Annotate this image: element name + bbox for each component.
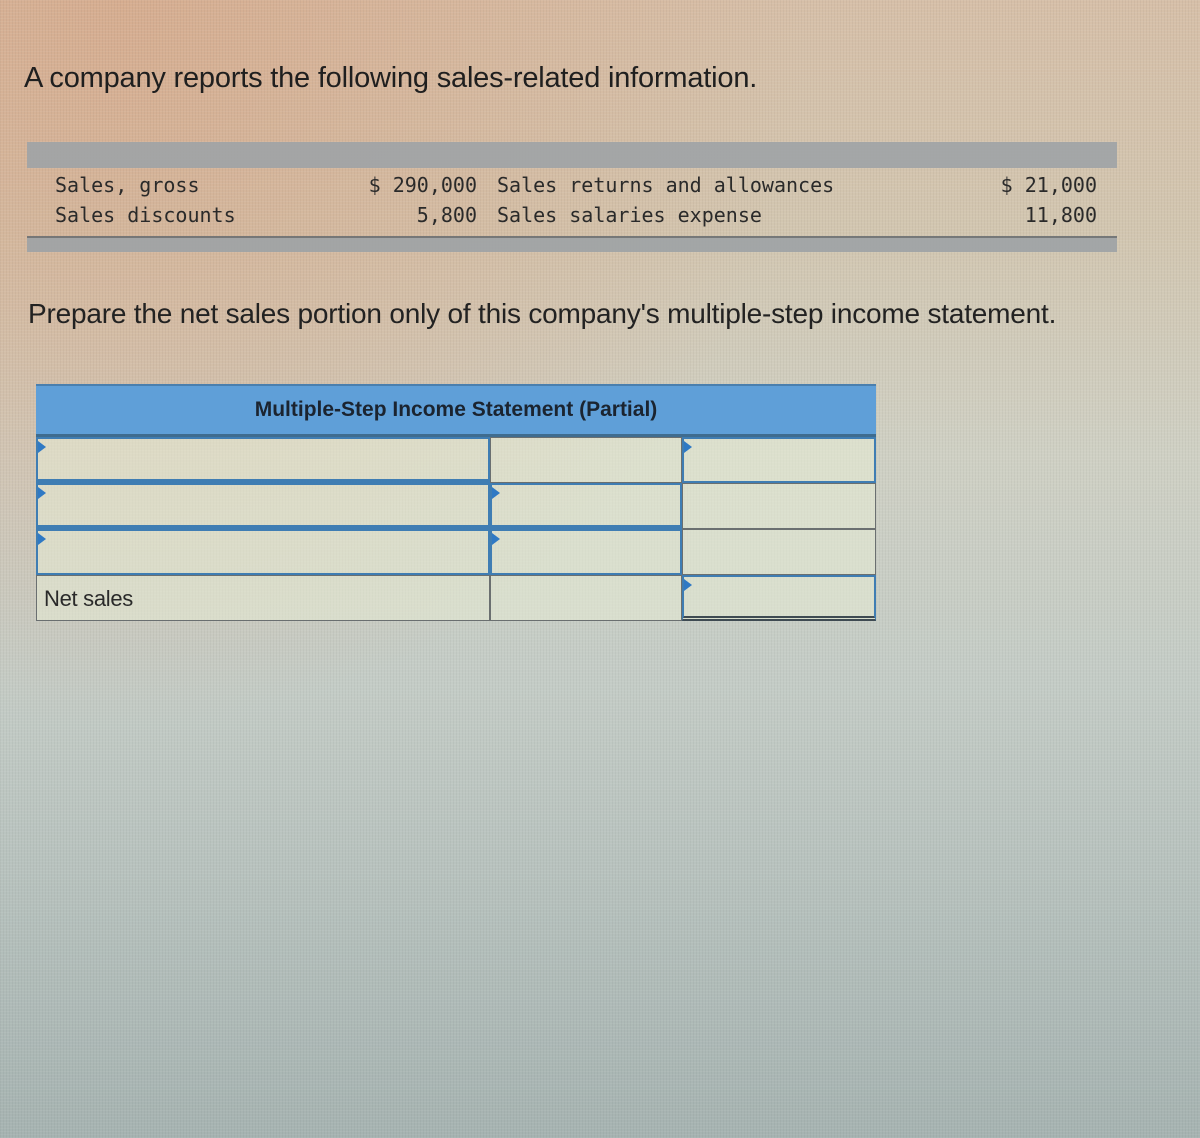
instruction-text: Prepare the net sales portion only of th… <box>28 298 1057 329</box>
amount-input[interactable] <box>682 437 876 483</box>
amount-cell <box>490 437 682 483</box>
amount-cell <box>682 529 876 575</box>
amount-cell <box>682 483 876 529</box>
intro-text: A company reports the following sales-re… <box>24 62 758 94</box>
account-input[interactable] <box>36 483 490 529</box>
row-amount: $ 290,000 <box>368 173 477 197</box>
income-statement: Multiple-Step Income Statement (Partial) <box>36 384 876 621</box>
table-top-bar <box>27 142 1117 168</box>
row-amount: 11,800 <box>1024 203 1097 227</box>
table-row: Sales discounts 5,800 Sales salaries exp… <box>27 200 1117 230</box>
net-sales-input[interactable] <box>682 575 876 621</box>
net-sales-label-cell: Net sales <box>36 575 490 621</box>
account-input[interactable] <box>36 437 490 483</box>
dropdown-marker-icon <box>684 441 692 453</box>
row-label: Sales returns and allowances <box>497 173 835 197</box>
dropdown-marker-icon <box>492 487 500 499</box>
net-sales-label: Net sales <box>44 586 134 611</box>
table-row: Sales, gross $ 290,000 Sales returns and… <box>27 170 1117 200</box>
dropdown-marker-icon <box>684 579 692 591</box>
amount-input[interactable] <box>490 529 682 575</box>
table-rows: Sales, gross $ 290,000 Sales returns and… <box>27 168 1117 236</box>
statement-row <box>36 437 876 483</box>
net-sales-row: Net sales <box>36 575 876 621</box>
statement-title: Multiple-Step Income Statement (Partial) <box>36 384 876 437</box>
amount-cell <box>490 575 682 621</box>
amount-input[interactable] <box>490 483 682 529</box>
dropdown-marker-icon <box>492 533 500 545</box>
row-label: Sales salaries expense <box>497 203 762 227</box>
row-amount: 5,800 <box>416 203 477 227</box>
account-input[interactable] <box>36 529 490 575</box>
row-amount: $ 21,000 <box>1000 173 1097 197</box>
row-label: Sales discounts <box>55 203 236 227</box>
table-bottom-bar <box>27 236 1117 252</box>
statement-row <box>36 529 876 575</box>
row-label: Sales, gross <box>55 173 200 197</box>
dropdown-marker-icon <box>38 487 46 499</box>
dropdown-marker-icon <box>38 533 46 545</box>
sales-info-table: Sales, gross $ 290,000 Sales returns and… <box>27 142 1117 252</box>
statement-row <box>36 483 876 529</box>
dropdown-marker-icon <box>38 441 46 453</box>
